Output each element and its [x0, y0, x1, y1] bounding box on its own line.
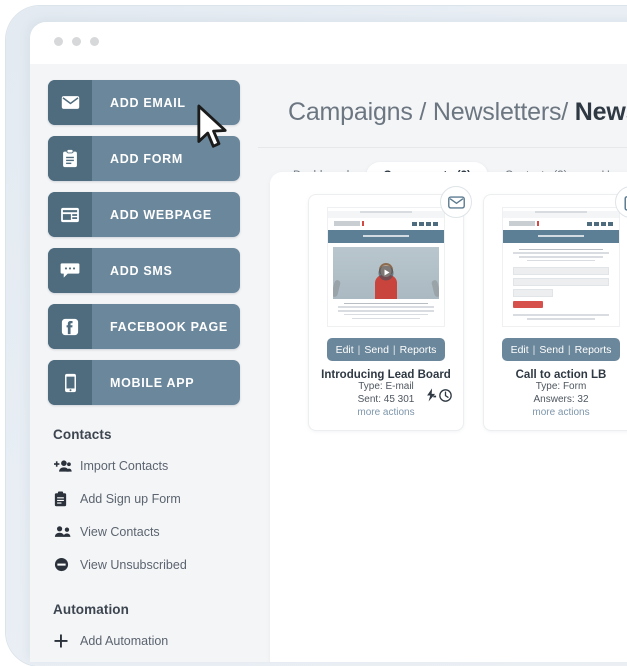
sidebar-section-title-automation: Automation: [53, 602, 129, 617]
breadcrumb-current: Newsle: [574, 98, 627, 126]
clipboard-icon: [54, 491, 80, 507]
envelope-icon: [48, 80, 92, 125]
action-separator: |: [357, 343, 361, 356]
card-type: Type: Form: [535, 381, 587, 392]
send-button[interactable]: Send: [537, 344, 566, 356]
sidebar: ADD EMAIL ADD FORM ADD WEBPAGE ADD SMS F…: [30, 64, 258, 662]
sidebar-button-label: ADD EMAIL: [110, 95, 186, 110]
card-meta: Type: E-mail Sent: 45 301 more actions: [318, 381, 454, 420]
sidebar-item-label: Import Contacts: [80, 458, 169, 473]
card-title: Introducing Lead Board: [321, 369, 451, 381]
sidebar-button-label: MOBILE APP: [110, 375, 195, 390]
action-separator: |: [392, 343, 396, 356]
components-panel: Edit | Send | Reports Introducing Lead B…: [270, 172, 627, 662]
chat-bubble-icon: [48, 248, 92, 293]
add-people-icon: [54, 459, 80, 473]
sidebar-button-add-sms[interactable]: ADD SMS: [48, 248, 240, 293]
sidebar-item-view-unsubscribed[interactable]: View Unsubscribed: [30, 553, 258, 576]
form-preview-thumbnail: [502, 207, 620, 327]
more-actions-link[interactable]: more actions: [318, 406, 454, 420]
window-dot-close[interactable]: [54, 37, 63, 46]
sidebar-item-import-contacts[interactable]: Import Contacts: [30, 454, 258, 477]
card-meta: Type: Form Answers: 32 more actions: [493, 381, 627, 420]
component-card[interactable]: Edit | Send | Reports Call to action LB …: [483, 186, 627, 431]
sidebar-item-add-sign-up-form[interactable]: Add Sign up Form: [30, 487, 258, 510]
clipboard-icon: [48, 136, 92, 181]
people-icon: [54, 525, 80, 538]
plus-icon: [54, 634, 80, 648]
window-dot-maximize[interactable]: [90, 37, 99, 46]
sidebar-item-view-contacts[interactable]: View Contacts: [30, 520, 258, 543]
reports-button[interactable]: Reports: [573, 344, 614, 356]
edit-button[interactable]: Edit: [334, 344, 356, 356]
action-separator: |: [532, 343, 536, 356]
sidebar-button-label: ADD SMS: [110, 263, 173, 278]
sidebar-item-add-automation[interactable]: Add Automation: [30, 629, 258, 652]
mobile-phone-icon: [48, 360, 92, 405]
app-body: ADD EMAIL ADD FORM ADD WEBPAGE ADD SMS F…: [30, 64, 627, 662]
facebook-icon: [48, 304, 92, 349]
sidebar-button-label: ADD WEBPAGE: [110, 207, 212, 222]
window-controls: [54, 37, 99, 46]
send-button[interactable]: Send: [362, 344, 391, 356]
action-separator: |: [567, 343, 571, 356]
clock-icon: [439, 388, 452, 407]
sidebar-item-label: Add Automation: [80, 633, 169, 648]
sidebar-item-label: View Unsubscribed: [80, 557, 187, 572]
card-status-icons: [426, 388, 452, 407]
component-card[interactable]: Edit | Send | Reports Introducing Lead B…: [308, 186, 472, 431]
sidebar-button-label: FACEBOOK PAGE: [110, 319, 228, 334]
browser-window: ADD EMAIL ADD FORM ADD WEBPAGE ADD SMS F…: [30, 22, 627, 662]
edit-button[interactable]: Edit: [509, 344, 531, 356]
breadcrumb-prefix: Campaigns / Newsletters/: [288, 98, 575, 126]
page-title: Campaigns / Newsletters/ Newsle: [288, 98, 627, 127]
sidebar-button-add-webpage[interactable]: ADD WEBPAGE: [48, 192, 240, 237]
sidebar-button-label: ADD FORM: [110, 151, 183, 166]
webpage-icon: [48, 192, 92, 237]
sidebar-item-label: View Contacts: [80, 524, 160, 539]
envelope-icon[interactable]: [440, 186, 472, 218]
component-card-list: Edit | Send | Reports Introducing Lead B…: [308, 186, 627, 431]
more-actions-link[interactable]: more actions: [493, 406, 627, 420]
sidebar-section-title-contacts: Contacts: [53, 427, 112, 442]
minus-circle-icon: [54, 557, 80, 572]
main-content: Campaigns / Newsletters/ Newsle Dashboar…: [258, 64, 627, 662]
sidebar-item-label: Add Sign up Form: [80, 491, 181, 506]
window-titlebar: [30, 22, 627, 64]
card-actions[interactable]: Edit | Send | Reports: [502, 338, 620, 361]
reports-button[interactable]: Reports: [398, 344, 439, 356]
email-preview-thumbnail: [327, 207, 445, 327]
card-actions[interactable]: Edit | Send | Reports: [327, 338, 445, 361]
sidebar-button-add-email[interactable]: ADD EMAIL: [48, 80, 240, 125]
sidebar-button-add-form[interactable]: ADD FORM: [48, 136, 240, 181]
window-dot-minimize[interactable]: [72, 37, 81, 46]
card-stat: Answers: 32: [533, 393, 589, 405]
lightning-bolt-icon: [426, 388, 437, 407]
sidebar-button-facebook-page[interactable]: FACEBOOK PAGE: [48, 304, 240, 349]
card-title: Call to action LB: [515, 369, 607, 381]
sidebar-button-mobile-app[interactable]: MOBILE APP: [48, 360, 240, 405]
